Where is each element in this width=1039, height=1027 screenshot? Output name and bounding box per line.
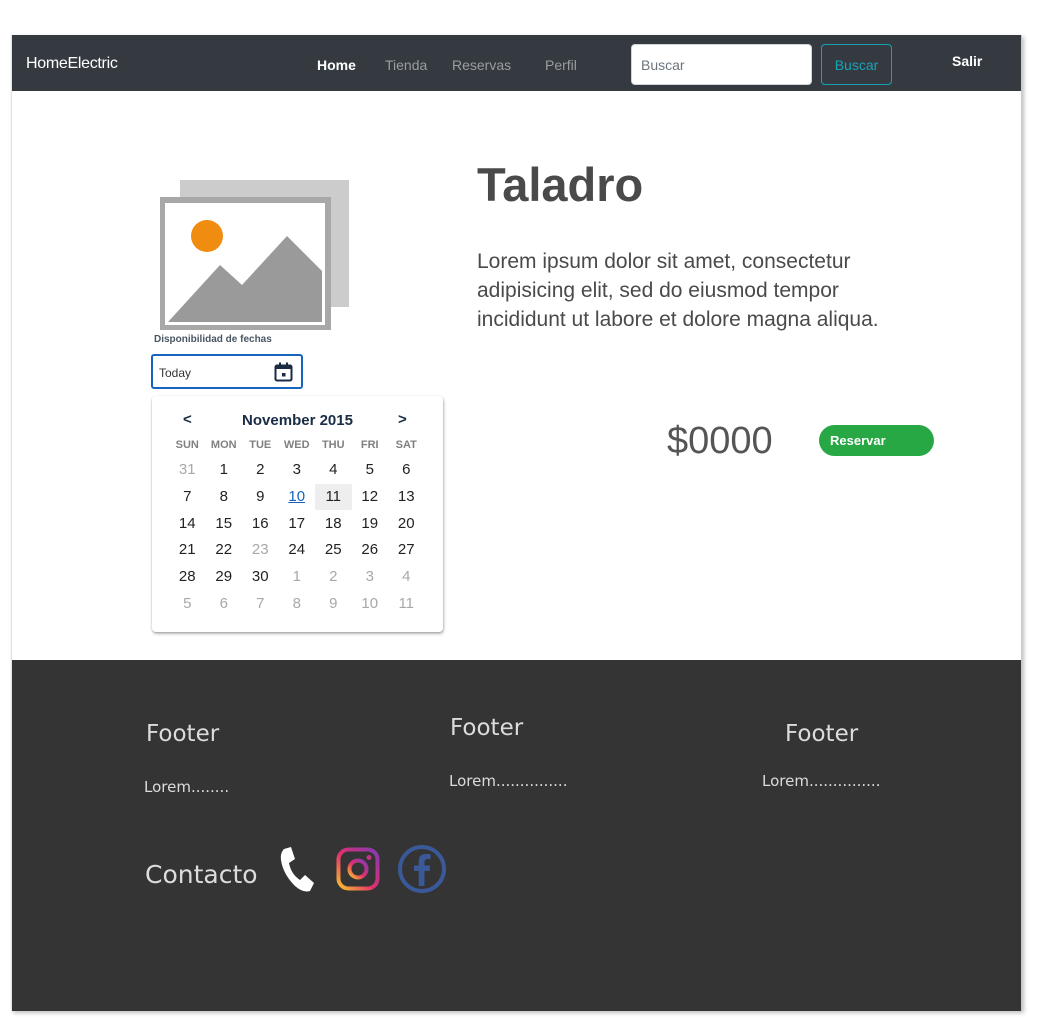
search-input[interactable] — [631, 44, 812, 85]
calendar-day[interactable]: 29 — [206, 564, 243, 590]
footer-heading-2: Footer — [450, 715, 524, 741]
calendar-day[interactable]: 15 — [206, 511, 243, 537]
calendar-week-row: 5 6 7 8 9 10 11 — [169, 591, 439, 618]
availability-label: Disponibilidad de fechas — [154, 334, 272, 345]
calendar-day[interactable]: 2 — [242, 457, 279, 483]
search-button[interactable]: Buscar — [821, 44, 892, 85]
calendar-day[interactable]: 8 — [206, 484, 243, 510]
footer: Footer Lorem........ Footer Lorem.......… — [12, 660, 1021, 1011]
date-input[interactable]: Today — [151, 354, 303, 389]
calendar-day[interactable]: 31 — [169, 457, 206, 483]
calendar-weekday-label: MON — [210, 439, 237, 451]
reserve-button[interactable]: Reservar — [819, 425, 934, 456]
nav-link-reservas[interactable]: Reservas — [452, 57, 511, 73]
calendar-day[interactable]: 27 — [388, 537, 425, 563]
footer-text-2: Lorem............... — [449, 772, 568, 790]
calendar-day[interactable]: 5 — [352, 457, 389, 483]
phone-icon[interactable] — [276, 846, 316, 894]
nav-link-home[interactable]: Home — [317, 57, 356, 73]
calendar-day[interactable]: 18 — [315, 511, 352, 537]
calendar-weekday-label: TUE — [249, 439, 272, 451]
calendar-day[interactable]: 14 — [169, 511, 206, 537]
calendar-day[interactable]: 4 — [388, 564, 425, 590]
date-picker-calendar: November 2015 < > SUN MON TUE WED THU FRI SAT 3… — [152, 396, 443, 632]
calendar-day[interactable]: 30 — [242, 564, 279, 590]
calendar-day[interactable]: 23 — [242, 537, 279, 563]
calendar-weekday-label: WED — [283, 439, 310, 451]
calendar-day[interactable]: 1 — [279, 564, 316, 590]
calendar-weekday-label: SUN — [175, 439, 199, 451]
calendar-weekday-label: THU — [321, 439, 345, 451]
calendar-day[interactable]: 7 — [242, 591, 279, 617]
product-price: $0000 — [667, 420, 773, 462]
calendar-day[interactable]: 5 — [169, 591, 206, 617]
calendar-day[interactable]: 20 — [388, 511, 425, 537]
calendar-day[interactable]: 25 — [315, 537, 352, 563]
nav-link-tienda[interactable]: Tienda — [385, 57, 427, 73]
calendar-day[interactable]: 21 — [169, 537, 206, 563]
page-frame: HomeElectric Home Tienda Reservas Perfil… — [11, 35, 1022, 1011]
calendar-week-row: 31 1 2 3 4 5 6 — [169, 457, 439, 484]
calendar-week-row: 7 8 9 10 11 12 13 — [169, 483, 439, 511]
brand-logo[interactable]: HomeElectric — [26, 55, 118, 73]
calendar-week-row: 28 29 30 1 2 3 4 — [169, 564, 439, 591]
calendar-day[interactable]: 6 — [206, 591, 243, 617]
calendar-day[interactable]: 16 — [242, 511, 279, 537]
calendar-header: November 2015 < > — [152, 411, 443, 431]
calendar-next-button[interactable]: > — [398, 411, 407, 428]
calendar-day[interactable]: 26 — [352, 537, 389, 563]
calendar-weekday-label: SAT — [395, 439, 417, 451]
calendar-prev-button[interactable]: < — [183, 411, 192, 428]
calendar-day[interactable]: 24 — [279, 537, 316, 563]
calendar-day[interactable]: 10 — [352, 591, 389, 617]
calendar-day[interactable]: 6 — [388, 457, 425, 483]
nav-link-perfil[interactable]: Perfil — [545, 57, 577, 73]
contact-label: Contacto — [145, 860, 258, 889]
footer-heading-1: Footer — [146, 721, 220, 747]
calendar-day[interactable]: 11 — [388, 591, 425, 617]
calendar-grid: SUN MON TUE WED THU FRI SAT 31 1 2 3 4 5 6 7 8 9 10 11 12 13… — [169, 439, 439, 618]
navbar: HomeElectric Home Tienda Reservas Perfil… — [12, 35, 1021, 91]
facebook-icon[interactable] — [397, 844, 447, 894]
calendar-day[interactable]: 3 — [279, 457, 316, 483]
date-input-value: Today — [159, 366, 192, 380]
calendar-day[interactable]: 8 — [279, 591, 316, 617]
calendar-day[interactable]: 12 — [352, 484, 389, 510]
calendar-day[interactable]: 11 — [315, 483, 352, 510]
footer-heading-3: Footer — [785, 721, 859, 747]
calendar-day[interactable]: 22 — [206, 537, 243, 563]
instagram-icon[interactable] — [335, 846, 381, 892]
calendar-day[interactable]: 1 — [206, 457, 243, 483]
calendar-icon[interactable] — [274, 362, 293, 382]
calendar-day[interactable]: 13 — [388, 484, 425, 510]
calendar-day[interactable]: 7 — [169, 484, 206, 510]
calendar-day[interactable]: 4 — [315, 457, 352, 483]
footer-text-1: Lorem........ — [144, 778, 230, 796]
calendar-day[interactable]: 28 — [169, 564, 206, 590]
calendar-weekday-label: FRI — [360, 439, 379, 451]
footer-text-3: Lorem............... — [762, 772, 881, 790]
calendar-week-row: 14 15 16 17 18 19 20 — [169, 511, 439, 538]
image-placeholder-icon — [160, 180, 349, 330]
calendar-day[interactable]: 2 — [315, 564, 352, 590]
calendar-day[interactable]: 10 — [279, 484, 316, 510]
calendar-week-row: 21 22 23 24 25 26 27 — [169, 537, 439, 564]
calendar-day[interactable]: 17 — [279, 511, 316, 537]
calendar-weekday-row: SUN MON TUE WED THU FRI SAT — [169, 439, 439, 457]
product-description: Lorem ipsum dolor sit amet, consectetur … — [477, 250, 879, 331]
calendar-day[interactable]: 3 — [352, 564, 389, 590]
calendar-day[interactable]: 9 — [315, 591, 352, 617]
product-title: Taladro — [477, 158, 644, 211]
logout-link[interactable]: Salir — [952, 53, 982, 69]
calendar-day[interactable]: 19 — [352, 511, 389, 537]
calendar-day[interactable]: 9 — [242, 484, 279, 510]
